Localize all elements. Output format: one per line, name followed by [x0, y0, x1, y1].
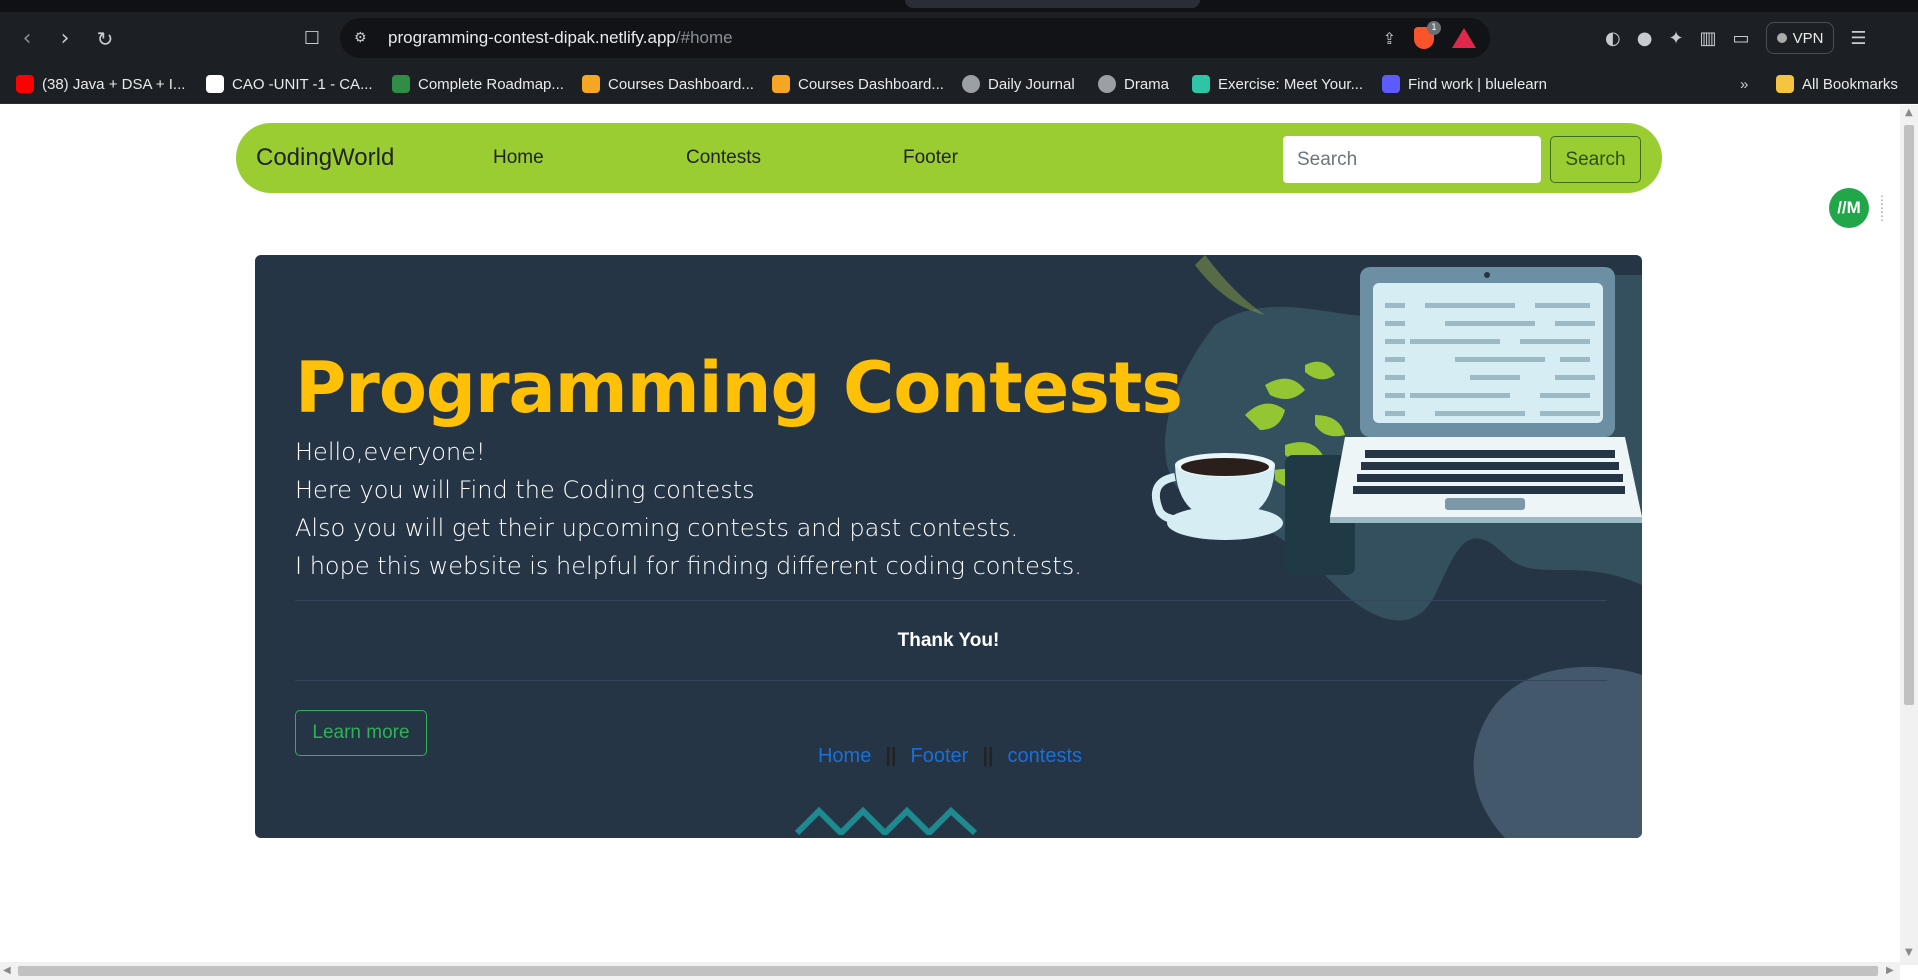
footer-separator: ||	[885, 745, 897, 767]
bookmark-label: Daily Journal	[988, 75, 1075, 93]
back-icon[interactable]: ‹	[12, 24, 42, 54]
course-icon	[582, 75, 600, 93]
bookmark-item[interactable]: Courses Dashboard...	[772, 64, 944, 104]
hero-line-3: Also you will get their upcoming contest…	[295, 514, 1019, 542]
bookmarks-overflow[interactable]: »	[1740, 64, 1748, 104]
nav-link-home[interactable]: Home	[493, 123, 544, 193]
hero-line-2: Here you will Find the Coding contests	[295, 476, 755, 504]
bookmarks-bar: » All Bookmarks (38) Java + DSA + I... CA…	[0, 64, 1918, 104]
bookmark-item[interactable]: Find work | bluelearn	[1382, 64, 1547, 104]
layers-icon	[1192, 75, 1210, 93]
bookmark-label: Courses Dashboard...	[798, 75, 944, 93]
active-tab[interactable]	[905, 0, 1200, 8]
bookmark-item[interactable]: Exercise: Meet Your...	[1192, 64, 1363, 104]
bookmark-item[interactable]: Complete Roadmap...	[392, 64, 564, 104]
all-bookmarks[interactable]: All Bookmarks	[1776, 64, 1898, 104]
menu-icon[interactable]: ☰	[1850, 28, 1866, 49]
bookmark-label: Find work | bluelearn	[1408, 75, 1547, 93]
globe-icon	[1098, 75, 1116, 93]
zigzag-decoration	[795, 806, 978, 835]
site-icon	[206, 75, 224, 93]
brave-rewards-icon[interactable]	[1452, 28, 1476, 48]
scroll-down-icon[interactable]: ▼	[1905, 947, 1913, 958]
bookmark-label: Drama	[1124, 75, 1170, 93]
search-input[interactable]	[1283, 136, 1541, 183]
bookmark-item[interactable]: Daily Journal	[962, 64, 1075, 104]
bookmark-label: Courses Dashboard...	[608, 75, 754, 93]
scroll-left-icon[interactable]: ◀	[3, 965, 11, 976]
bookmark-item[interactable]: (38) Java + DSA + I...	[16, 64, 185, 104]
browser-toolbar: ‹ › ↻ ☐ ⚙ programming-contest-dipak.netl…	[0, 12, 1918, 64]
scroll-up-icon[interactable]: ▲	[1905, 107, 1913, 118]
extension-icon[interactable]: ◐	[1605, 28, 1621, 49]
search-button[interactable]: Search	[1550, 136, 1641, 183]
folder-icon	[1776, 75, 1794, 93]
divider-bottom	[295, 680, 1607, 681]
brand-logo[interactable]: CodingWorld	[256, 123, 394, 193]
bookmark-label: Exercise: Meet Your...	[1218, 75, 1364, 93]
bl-icon	[1382, 75, 1400, 93]
footer-link-home[interactable]: Home	[818, 745, 871, 767]
address-bar[interactable]: ⚙ programming-contest-dipak.netlify.app/…	[340, 18, 1490, 58]
hero-title: Programming Contests	[295, 347, 1183, 429]
shield-count: 1	[1427, 21, 1441, 35]
wallet-dark-icon[interactable]: ●	[1637, 28, 1653, 49]
bookmark-item[interactable]: Courses Dashboard...	[582, 64, 754, 104]
horizontal-scroll-thumb[interactable]	[18, 966, 1878, 976]
site-settings-icon[interactable]: ⚙	[354, 29, 372, 47]
bookmark-label: CAO -UNIT -1 - CA...	[232, 75, 373, 93]
footer-separator: ||	[982, 745, 994, 767]
horizontal-scrollbar[interactable]: ◀ ▶	[0, 962, 1900, 980]
youtube-icon	[16, 75, 34, 93]
bookmark-icon[interactable]: ☐	[297, 24, 327, 54]
vpn-button[interactable]: VPN	[1765, 22, 1835, 54]
forward-icon[interactable]: ›	[50, 24, 80, 54]
all-bookmarks-label: All Bookmarks	[1802, 75, 1898, 93]
drag-handle-icon[interactable]: ⋮ ⋮ ⋮	[1876, 194, 1888, 222]
nav-link-contests[interactable]: Contests	[686, 123, 761, 193]
url-host: programming-contest-dipak.netlify.app	[388, 28, 676, 47]
thank-you-text: Thank You!	[897, 630, 1000, 651]
course-icon	[772, 75, 790, 93]
gfg-icon	[392, 75, 410, 93]
nav-link-footer[interactable]: Footer	[903, 123, 958, 193]
vertical-scrollbar[interactable]: ▲ ▼	[1900, 105, 1918, 965]
brave-shield-icon[interactable]: 1	[1414, 21, 1441, 49]
puzzle-icon[interactable]: ✦	[1668, 28, 1683, 49]
reload-icon[interactable]: ↻	[90, 24, 120, 54]
scroll-right-icon[interactable]: ▶	[1886, 965, 1894, 976]
share-icon[interactable]: ⇪	[1383, 29, 1396, 48]
sidebar-icon[interactable]: ▥	[1700, 28, 1717, 49]
wallet-icon[interactable]: ▭	[1733, 28, 1750, 49]
globe-icon	[962, 75, 980, 93]
bookmark-item[interactable]: Drama	[1098, 64, 1169, 104]
url-text[interactable]: programming-contest-dipak.netlify.app/#h…	[388, 18, 733, 58]
url-path: /#home	[675, 28, 733, 47]
footer-nav: Home || Footer || contests	[0, 745, 1900, 768]
bookmark-item[interactable]: CAO -UNIT -1 - CA...	[206, 64, 373, 104]
navbar: CodingWorld Home Contests Footer Search	[236, 123, 1662, 193]
footer-link-footer[interactable]: Footer	[911, 745, 969, 767]
extension-badge-icon[interactable]: //M	[1829, 188, 1869, 228]
browser-tab-strip	[0, 0, 1918, 12]
vpn-label: VPN	[1792, 29, 1824, 47]
vpn-status-icon	[1776, 33, 1787, 43]
bookmark-label: Complete Roadmap...	[418, 75, 564, 93]
divider-top	[295, 600, 1607, 601]
hero-line-1: Hello,everyone!	[295, 438, 486, 466]
footer-link-contests[interactable]: contests	[1008, 745, 1082, 767]
vertical-scroll-thumb[interactable]	[1904, 125, 1914, 705]
web-page: CodingWorld Home Contests Footer Search	[0, 105, 1900, 965]
hero-line-4: I hope this website is helpful for findi…	[295, 552, 1082, 580]
bookmark-label: (38) Java + DSA + I...	[42, 75, 186, 93]
